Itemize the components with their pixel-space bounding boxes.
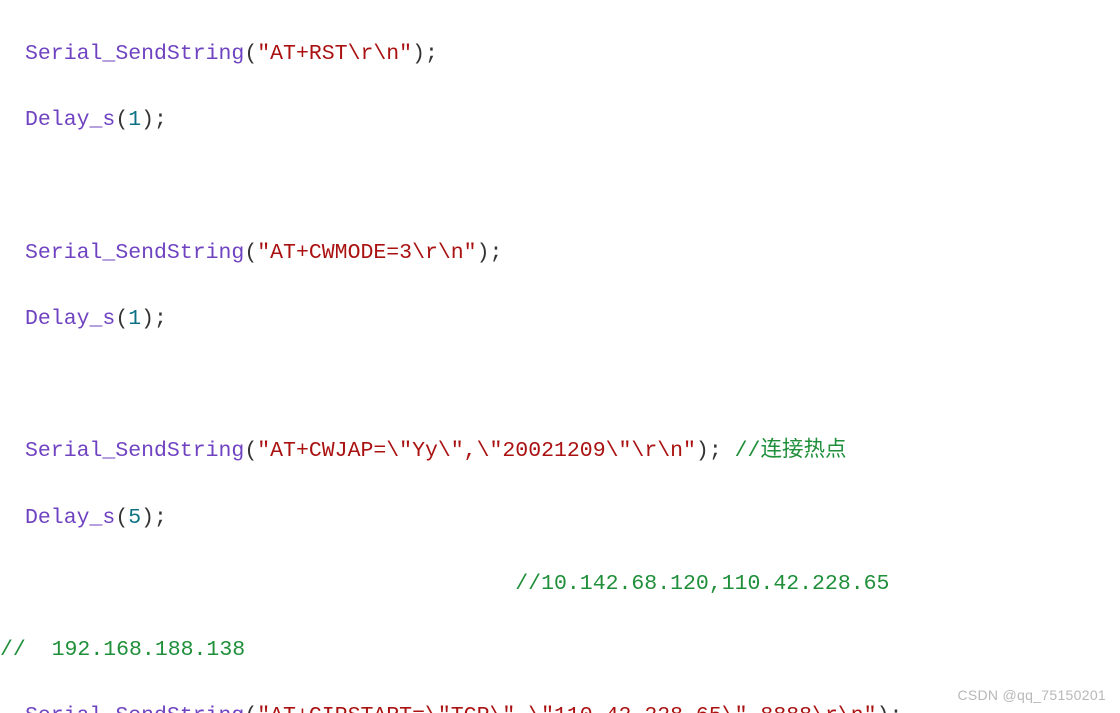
code-line: // 192.168.188.138: [0, 634, 1120, 667]
function-call: Serial_SendString: [25, 42, 244, 66]
code-block: Serial_SendString("AT+RST\r\n"); Delay_s…: [0, 0, 1120, 713]
blank-line: [0, 369, 1120, 402]
code-line: Serial_SendString("AT+CWMODE=3\r\n");: [0, 237, 1120, 270]
number-literal: 1: [128, 307, 141, 331]
code-line: Serial_SendString("AT+CIPSTART=\"TCP\",\…: [0, 700, 1120, 713]
comment: // 192.168.188.138: [0, 638, 245, 662]
code-line: Delay_s(5);: [0, 502, 1120, 535]
function-call: Serial_SendString: [25, 704, 244, 713]
string-literal: "AT+CWMODE=3\r\n": [257, 241, 476, 265]
code-line: Serial_SendString("AT+CWJAP=\"Yy\",\"200…: [0, 435, 1120, 468]
function-call: Serial_SendString: [25, 439, 244, 463]
number-literal: 5: [128, 506, 141, 530]
comment: //10.142.68.120,110.42.228.65: [515, 572, 889, 596]
number-literal: 1: [128, 108, 141, 132]
string-literal: "AT+CIPSTART=\"TCP\",\"110.42.228.65\",8…: [257, 704, 876, 713]
code-line: //10.142.68.120,110.42.228.65: [0, 568, 1120, 601]
function-call: Delay_s: [25, 108, 115, 132]
function-call: Serial_SendString: [25, 241, 244, 265]
code-line: Serial_SendString("AT+RST\r\n");: [0, 38, 1120, 71]
code-line: Delay_s(1);: [0, 104, 1120, 137]
comment: //连接热点: [735, 439, 847, 463]
function-call: Delay_s: [25, 307, 115, 331]
string-literal: "AT+CWJAP=\"Yy\",\"20021209\"\r\n": [257, 439, 696, 463]
function-call: Delay_s: [25, 506, 115, 530]
string-literal: "AT+RST\r\n": [257, 42, 412, 66]
code-line: Delay_s(1);: [0, 303, 1120, 336]
blank-line: [0, 171, 1120, 204]
